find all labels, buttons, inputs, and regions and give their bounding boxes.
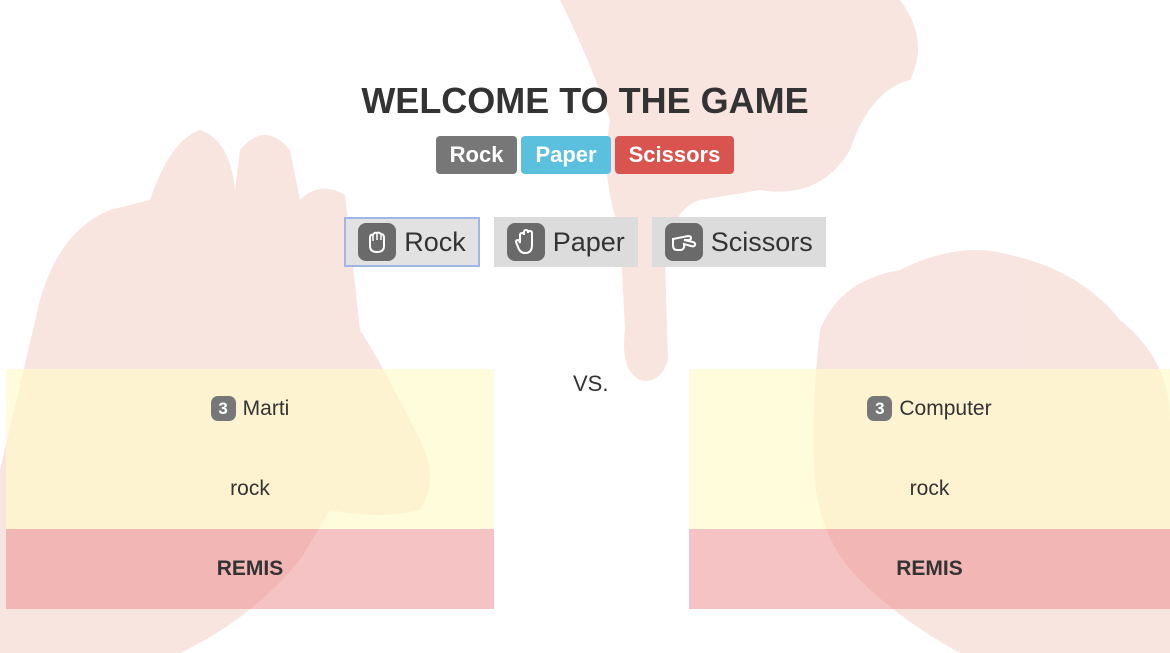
computer-score-badge: 3: [867, 396, 893, 421]
computer-panel: 3 Computer rock REMIS: [689, 369, 1170, 609]
legend-labels: Rock Paper Scissors: [0, 136, 1170, 174]
paper-button[interactable]: Paper: [493, 217, 638, 267]
player-choice: rock: [230, 477, 270, 500]
computer-result: REMIS: [689, 529, 1170, 609]
paper-hand-icon: [506, 223, 545, 261]
scissors-button[interactable]: Scissors: [651, 217, 826, 267]
computer-name-row: 3 Computer: [689, 396, 1170, 421]
legend-rock-label: Rock: [435, 136, 518, 174]
vs-label: VS.: [573, 371, 609, 396]
player-result: REMIS: [6, 529, 494, 609]
legend-paper-label: Paper: [521, 136, 611, 174]
scissors-hand-icon: [664, 223, 703, 261]
legend-scissors-label: Scissors: [614, 136, 735, 174]
computer-name: Computer: [899, 396, 992, 420]
player-name-row: 3 Marti: [6, 396, 494, 421]
player-panel: 3 Marti rock REMIS: [6, 369, 494, 609]
computer-info: 3 Computer rock: [689, 369, 1170, 529]
paper-button-label: Paper: [552, 226, 625, 257]
player-score-badge: 3: [210, 396, 236, 421]
player-name: Marti: [242, 396, 290, 420]
rock-hand-icon: [358, 223, 397, 261]
rock-button[interactable]: Rock: [344, 217, 480, 267]
scissors-button-label: Scissors: [710, 226, 813, 257]
page-title: WELCOME TO THE GAME: [361, 80, 809, 121]
computer-choice: rock: [909, 477, 950, 500]
player-info: 3 Marti rock: [6, 369, 494, 529]
choice-buttons: Rock Paper Scissors: [0, 217, 1170, 267]
rock-button-label: Rock: [404, 226, 466, 257]
